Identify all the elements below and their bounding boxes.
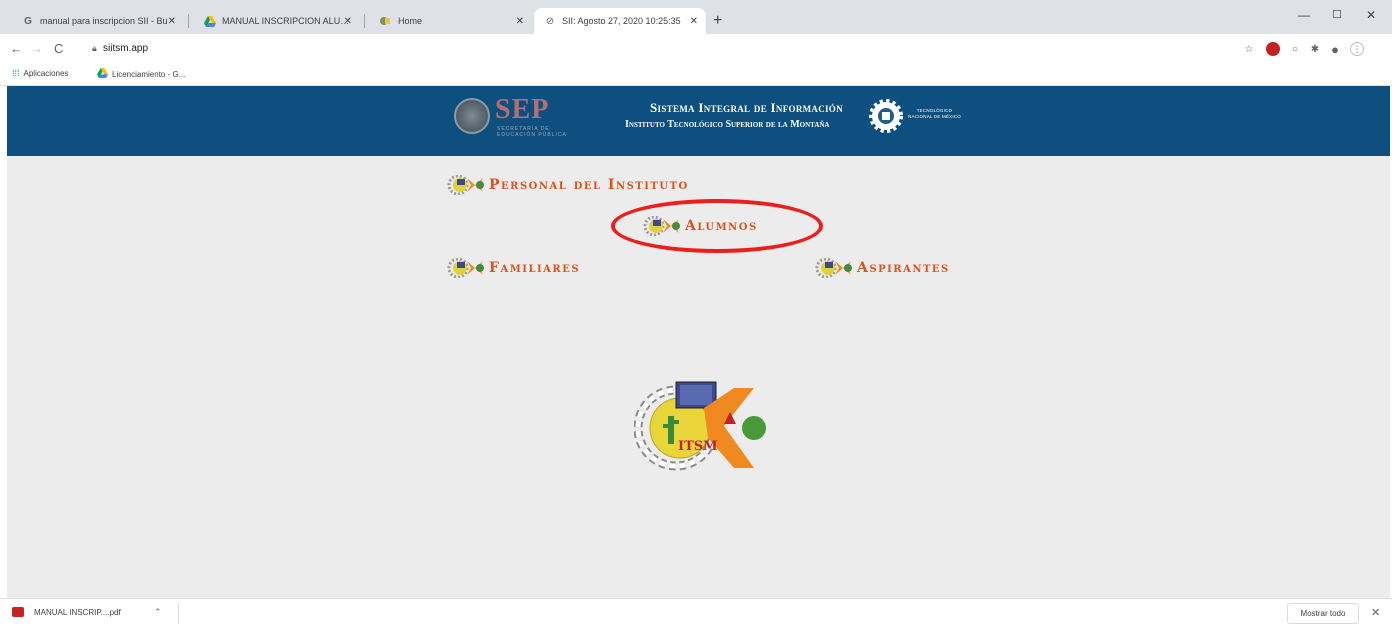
tab-title: manual para inscripcion SII - Bu [40,16,168,26]
bookmark-label: Aplicaciones [23,68,69,78]
bookmarks-bar: ⁞⁞⁞ Aplicaciones Licenciamiento - G... [0,64,1392,86]
back-icon[interactable]: ← [10,41,23,56]
header-banner: SEP SECRETARÍA DE EDUCACIÓN PÚBLICA Sist… [7,86,1390,156]
highlight-circle [611,199,823,253]
tecnm-gear-icon [869,99,903,133]
link-aspirantes[interactable]: Aspirantes [815,258,950,278]
extension-circle-icon[interactable]: ○ [1288,42,1302,56]
close-icon[interactable]: ✕ [344,16,352,27]
adblock-icon[interactable] [1266,42,1280,56]
chevron-up-icon[interactable]: ⌃ [154,607,162,618]
tab-google-search[interactable]: G manual para inscripcion SII - Bu ✕ [12,8,184,34]
tab-manual-inscripcion[interactable]: MANUAL INSCRIPCION ALUMNC ✕ [194,8,360,34]
forward-icon[interactable]: → [30,41,43,56]
bookmark-licenciamiento[interactable]: Licenciamiento - G... [97,68,185,81]
itsm-small-logo-icon [447,258,484,278]
close-icon[interactable]: ✕ [516,16,524,27]
itsm-small-logo-icon [815,258,852,278]
sep-logo: SEP [495,94,550,125]
tab-title: Home [398,16,423,26]
address-bar[interactable]: siitsm.app [103,43,148,54]
profile-icon[interactable]: ● [1328,42,1342,57]
reload-icon[interactable]: C [54,41,63,56]
mexico-seal-icon [454,98,490,134]
tab-sii-active[interactable]: ⊘ SII: Agosto 27, 2020 10:25:35 ✕ [534,8,706,34]
tab-title: MANUAL INSCRIPCION ALUMNC [222,16,350,26]
tab-home[interactable]: Home ✕ [370,8,532,34]
window-close-icon[interactable]: ✕ [1366,8,1376,22]
browser-toolbar: ← → C 🔒︎ siitsm.app ☆ ○ ✱ ● ⋮ [0,34,1392,64]
browser-tab-strip: G manual para inscripcion SII - Bu ✕ MAN… [0,0,1392,34]
itsm-logo-text: ITSM [678,439,718,454]
puzzle-icon[interactable]: ✱ [1308,42,1322,56]
itsm-icon [380,15,392,27]
link-label: Personal del Instituto [489,177,689,193]
close-icon[interactable]: ✕ [690,16,698,27]
link-label: Familiares [489,260,581,276]
apps-grid-icon: ⁞⁞⁞ [12,68,20,78]
drive-icon [204,15,216,27]
link-familiares[interactable]: Familiares [447,258,580,278]
institute-name: Instituto Tecnológico Superior de la Mon… [625,119,830,130]
show-all-button[interactable]: Mostrar todo [1287,603,1359,624]
menu-dots-icon[interactable]: ⋮ [1350,42,1364,56]
tecnm-label: TECNOLÓGICO NACIONAL DE MÉXICO [908,108,961,119]
download-filename: MANUAL INSCRIP....pdf [34,607,121,617]
star-icon[interactable]: ☆ [1242,42,1256,56]
itsm-small-logo-icon [447,175,484,195]
download-item[interactable]: MANUAL INSCRIP....pdf [12,607,121,617]
divider [178,603,179,624]
google-icon: G [24,15,32,27]
new-tab-button[interactable]: + [713,12,722,30]
minimize-icon[interactable]: — [1298,8,1310,22]
itsm-logo: ITSM [634,381,766,471]
page-content: SEP SECRETARÍA DE EDUCACIÓN PÚBLICA Sist… [7,86,1390,598]
close-icon[interactable]: ✕ [1371,606,1380,619]
globe-icon: ⊘ [545,15,555,27]
tab-title: SII: Agosto 27, 2020 10:25:35 [562,16,681,26]
close-icon[interactable]: ✕ [168,16,176,27]
link-personal-instituto[interactable]: Personal del Instituto [447,175,689,195]
tab-separator [364,14,365,28]
lock-icon: 🔒︎ [92,43,97,53]
bookmark-label: Licenciamiento - G... [112,70,186,79]
maximize-icon[interactable]: ☐ [1332,8,1342,21]
downloads-bar: MANUAL INSCRIP....pdf ⌃ Mostrar todo ✕ [0,598,1392,627]
system-title: Sistema Integral de Información [650,100,843,115]
bookmark-apps[interactable]: ⁞⁞⁞ Aplicaciones [12,68,68,78]
pdf-file-icon [12,607,24,617]
link-label: Aspirantes [857,260,950,276]
tab-separator [188,14,189,28]
drive-icon [97,68,108,81]
sep-subtitle: SECRETARÍA DE EDUCACIÓN PÚBLICA [497,126,567,138]
